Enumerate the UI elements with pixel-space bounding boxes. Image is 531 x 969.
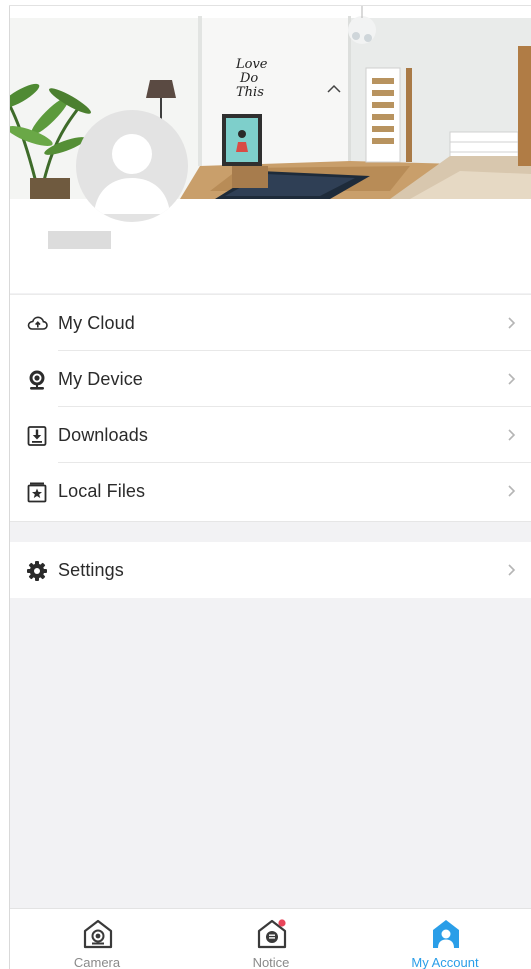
- account-home-icon: [433, 920, 459, 948]
- webcam-icon: [26, 369, 48, 391]
- bottom-tab-bar: Camera Notice My Account: [10, 908, 531, 969]
- chevron-right-icon: [508, 373, 516, 385]
- menu-list: My Cloud My Device Downloads Local Files: [10, 294, 531, 522]
- poster-text-3: This: [236, 85, 264, 100]
- menu-item-local-files[interactable]: Local Files: [10, 463, 531, 519]
- menu-item-my-cloud[interactable]: My Cloud: [10, 295, 531, 351]
- notice-home-icon: [257, 919, 287, 949]
- poster-text-2: Do: [239, 71, 258, 86]
- chevron-right-icon: [508, 429, 516, 441]
- download-icon: [26, 425, 48, 447]
- tab-notice[interactable]: Notice: [184, 909, 358, 969]
- camera-home-icon: [83, 919, 113, 949]
- tab-label: Notice: [252, 955, 290, 969]
- menu-item-label: My Device: [58, 369, 143, 389]
- chevron-right-icon: [508, 317, 516, 329]
- starred-folder-icon: [26, 481, 48, 503]
- tab-label: Camera: [73, 955, 121, 969]
- notification-badge: [278, 919, 286, 927]
- cloud-upload-icon: [26, 313, 48, 335]
- account-screen: Love Do This My Cloud My Device Download…: [10, 6, 531, 969]
- tab-camera[interactable]: Camera: [10, 909, 184, 969]
- menu-item-settings[interactable]: Settings: [10, 542, 531, 598]
- chevron-right-icon: [508, 564, 516, 576]
- settings-label: Settings: [58, 560, 124, 580]
- person-icon: [94, 134, 170, 214]
- menu-item-downloads[interactable]: Downloads: [10, 407, 531, 463]
- settings-group: Settings: [10, 542, 531, 598]
- tab-label: My Account: [411, 955, 479, 969]
- avatar[interactable]: [76, 110, 188, 222]
- menu-item-label: My Cloud: [58, 313, 135, 333]
- menu-item-my-device[interactable]: My Device: [10, 351, 531, 407]
- username-placeholder: [48, 231, 111, 249]
- poster-text-1: Love: [235, 57, 268, 72]
- menu-item-label: Downloads: [58, 425, 148, 445]
- chevron-right-icon: [508, 485, 516, 497]
- menu-item-label: Local Files: [58, 481, 146, 501]
- gear-icon: [26, 560, 48, 582]
- tab-my-account[interactable]: My Account: [358, 909, 531, 969]
